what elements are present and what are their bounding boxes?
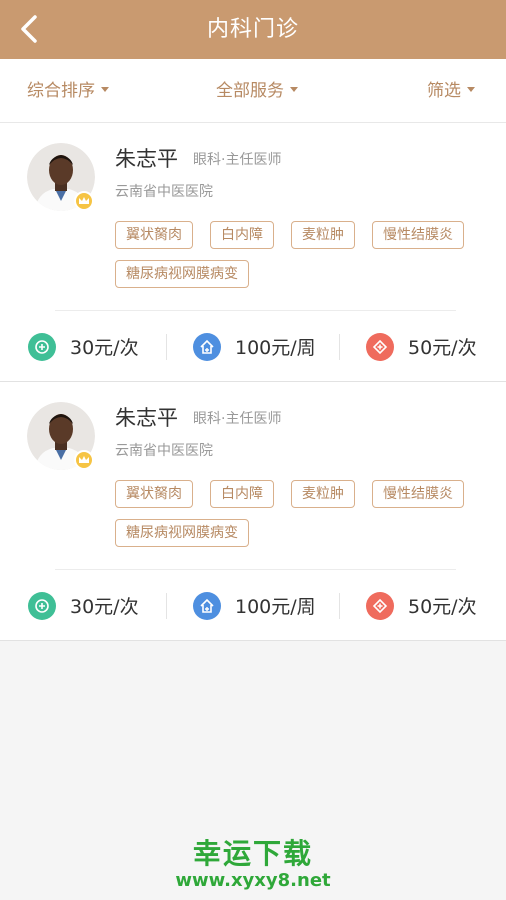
home-service-price[interactable]: 100元/周 [193,311,316,382]
phone-consult-price-label: 50元/次 [408,337,477,359]
screen-filter-label: 筛选 [427,81,461,101]
consult-price-label: 30元/次 [70,337,139,359]
sort-filter[interactable]: 综合排序 [27,59,109,123]
consult-price[interactable]: 30元/次 [28,311,139,382]
doctor-title: 眼科·主任医师 [193,411,282,427]
phone-consult-price-label: 50元/次 [408,596,477,618]
home-service-price-label: 100元/周 [235,337,316,359]
caret-down-icon [101,86,109,92]
doctor-title: 眼科·主任医师 [193,152,282,168]
caret-down-icon [290,86,298,92]
home-service-price-label: 100元/周 [235,596,316,618]
crown-icon [79,197,89,204]
service-filter-label: 全部服务 [216,81,284,101]
avatar [27,402,95,470]
consult-icon [28,591,56,620]
separator [339,593,340,619]
filter-bar: 综合排序 全部服务 筛选 [0,59,506,123]
phone-consult-price[interactable]: 50元/次 [366,570,477,641]
hospital-name: 云南省中医医院 [115,443,213,459]
crown-badge [74,450,94,470]
watermark-title: 幸运下载 [192,837,313,870]
consult-price-label: 30元/次 [70,596,139,618]
phone-consult-price[interactable]: 50元/次 [366,311,477,382]
doctor-name: 朱志平 [115,406,178,430]
specialty-tag: 慢性结膜炎 [372,221,464,249]
specialty-tag: 麦粒肿 [291,221,355,249]
home-service-price[interactable]: 100元/周 [193,570,316,641]
specialty-tag: 白内障 [210,221,274,249]
page-title: 内科门诊 [206,17,299,42]
specialty-tag: 糖尿病视网膜病变 [115,519,249,547]
sort-filter-label: 综合排序 [27,81,95,101]
watermark-url: www.xyxy8.net [175,870,331,891]
service-filter[interactable]: 全部服务 [216,59,298,123]
separator [339,334,340,360]
specialty-tag: 白内障 [210,480,274,508]
separator [166,593,167,619]
app-header: 内科门诊 [0,0,506,59]
doctor-card[interactable]: 朱志平 眼科·主任医师 云南省中医医院 翼状胬肉 白内障 麦粒肿 慢性结膜炎 糖… [0,382,506,641]
service-prices: 30元/次 100元/周 50元/次 [0,311,506,382]
specialty-tag: 翼状胬肉 [115,221,193,249]
consult-price[interactable]: 30元/次 [28,570,139,641]
specialty-tag: 翼状胬肉 [115,480,193,508]
crown-badge [74,191,94,211]
phone-icon [366,591,394,620]
specialty-tag: 慢性结膜炎 [372,480,464,508]
caret-down-icon [467,86,475,92]
doctor-name: 朱志平 [115,147,178,171]
home-icon [193,591,221,620]
avatar [27,143,95,211]
phone-icon [366,332,394,361]
specialty-tag: 麦粒肿 [291,480,355,508]
hospital-name: 云南省中医医院 [115,184,213,200]
screen-filter[interactable]: 筛选 [427,59,475,123]
separator [166,334,167,360]
service-prices: 30元/次 100元/周 50元/次 [0,570,506,641]
doctor-card[interactable]: 朱志平 眼科·主任医师 云南省中医医院 翼状胬肉 白内障 麦粒肿 慢性结膜炎 糖… [0,123,506,382]
specialty-tag: 糖尿病视网膜病变 [115,260,249,288]
home-icon [193,332,221,361]
consult-icon [28,332,56,361]
crown-icon [79,456,89,463]
